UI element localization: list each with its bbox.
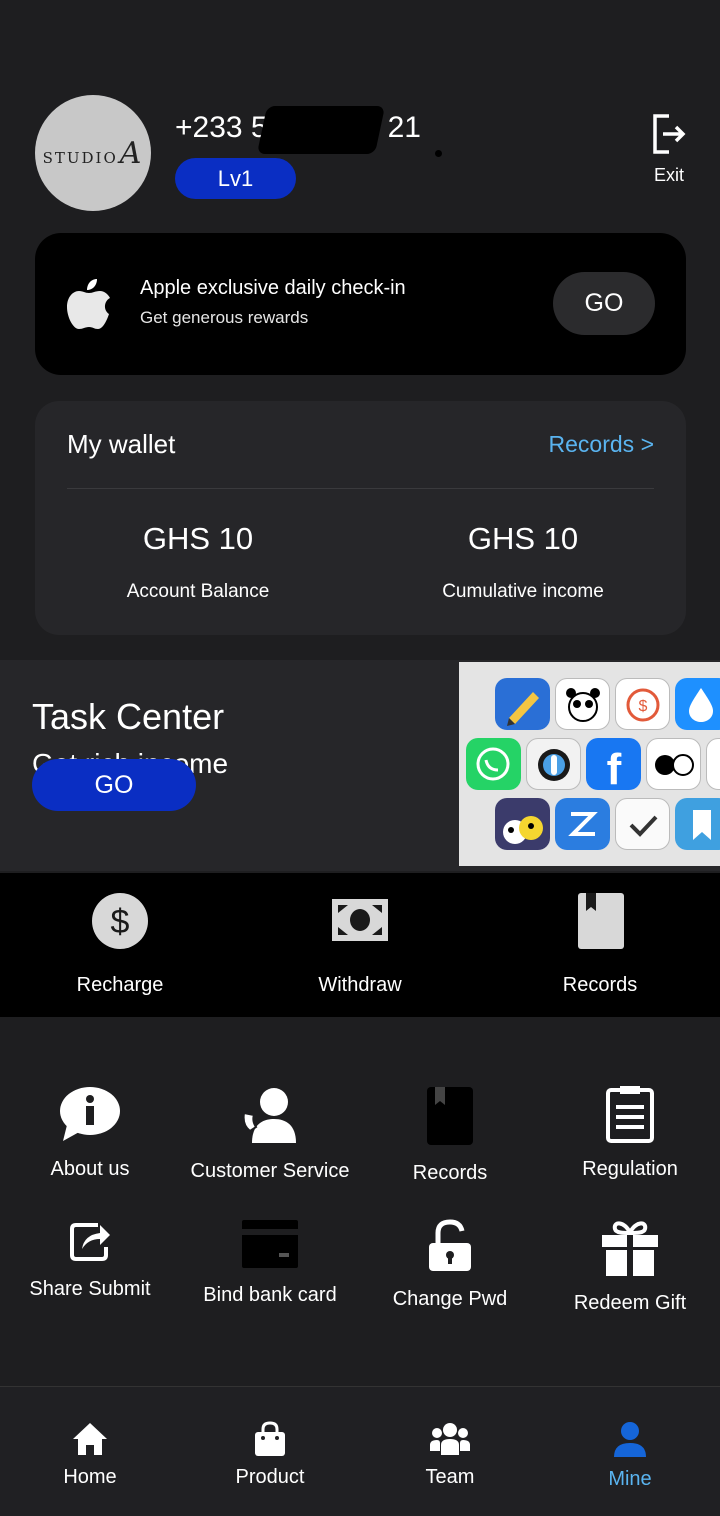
regulation-label: Regulation [582, 1158, 678, 1180]
whatsapp-app-icon [466, 738, 521, 790]
level-badge: Lv1 [175, 158, 296, 199]
bookmark-app-icon [675, 798, 720, 850]
share-icon [70, 1223, 110, 1261]
account-balance: GHS 10 Account Balance [48, 521, 348, 603]
exit-button[interactable]: Exit [640, 112, 698, 186]
recharge-label: Recharge [76, 974, 164, 996]
nav-home[interactable]: Home [0, 1421, 180, 1489]
avatar-logo: STUDIOA [42, 135, 144, 171]
income-amount: GHS 10 [467, 521, 579, 556]
nav-mine-label: Mine [608, 1468, 652, 1490]
nav-team[interactable]: Team [360, 1421, 540, 1489]
withdraw-label: Withdraw [318, 974, 402, 996]
money-app-icon: $ [615, 678, 670, 730]
apple-checkin-card: Apple exclusive daily check-in Get gener… [35, 233, 686, 375]
app-icons-image: $ f [459, 662, 720, 866]
checkin-subtitle: Get generous rewards [140, 308, 309, 327]
vivino-app-icon [706, 738, 720, 790]
divider [67, 488, 654, 489]
records-menu-button[interactable]: Records [360, 1085, 540, 1185]
team-icon [430, 1423, 470, 1455]
game-app-icon [495, 798, 550, 850]
records-menu-label: Records [412, 1162, 488, 1184]
credit-card-icon [242, 1220, 298, 1268]
exit-label: Exit [653, 165, 684, 185]
income-label: Cumulative income [442, 581, 604, 602]
notes-app-icon [495, 678, 550, 730]
balance-amount: GHS 10 [142, 521, 254, 556]
wallet-records-link[interactable]: Records > [549, 431, 654, 458]
nav-product-label: Product [235, 1466, 305, 1488]
withdraw-button[interactable]: Withdraw [240, 891, 480, 997]
recharge-button[interactable]: $ Recharge [0, 891, 240, 997]
task-center-go-button[interactable]: GO [32, 759, 196, 811]
about-us-button[interactable]: About us [0, 1085, 180, 1181]
checkin-go-button[interactable]: GO [553, 272, 655, 335]
cumulative-income: GHS 10 Cumulative income [373, 521, 673, 603]
redaction-mark [256, 106, 386, 154]
bind-bank-card-label: Bind bank card [203, 1284, 337, 1306]
nav-product[interactable]: Product [180, 1421, 360, 1489]
svg-text:$: $ [639, 698, 648, 715]
unlock-icon [429, 1219, 471, 1271]
nav-mine[interactable]: Mine [540, 1421, 720, 1491]
banknote-icon [332, 899, 388, 941]
checkin-title: Apple exclusive daily check-in [140, 277, 406, 299]
drop-app-icon [675, 678, 720, 730]
z-app-icon [555, 798, 610, 850]
records-quick-button[interactable]: Records [480, 891, 720, 997]
exit-icon [653, 114, 686, 154]
bind-bank-card-button[interactable]: Bind bank card [180, 1219, 360, 1307]
user-icon [614, 1422, 646, 1457]
share-submit-label: Share Submit [29, 1278, 151, 1300]
change-pwd-button[interactable]: Change Pwd [360, 1219, 540, 1311]
info-chat-icon [60, 1087, 120, 1141]
svg-text:f: f [607, 745, 622, 790]
book-icon [427, 1087, 473, 1145]
quick-actions-bar: $ Recharge Withdraw Records [0, 873, 720, 1017]
redeem-gift-button[interactable]: Redeem Gift [540, 1219, 720, 1315]
facebook-app-icon: f [586, 738, 641, 794]
svg-text:$: $ [111, 903, 130, 941]
dollar-coin-icon: $ [92, 893, 148, 949]
redeem-gift-label: Redeem Gift [573, 1292, 687, 1314]
customer-service-button[interactable]: Customer Service [180, 1085, 360, 1183]
redaction-dot [435, 150, 442, 157]
nav-home-label: Home [63, 1466, 117, 1488]
task-center-banner: Task Center Get rich income GO $ f [0, 660, 720, 871]
clipboard-icon [606, 1086, 654, 1143]
customer-service-label: Customer Service [190, 1160, 350, 1182]
about-us-label: About us [50, 1158, 130, 1180]
wallet-title: My wallet [67, 429, 176, 459]
change-pwd-label: Change Pwd [392, 1288, 508, 1310]
regulation-button[interactable]: Regulation [540, 1085, 720, 1181]
toggle-app-icon [646, 738, 701, 790]
nav-team-label: Team [425, 1466, 475, 1488]
gift-icon [602, 1221, 658, 1276]
balance-label: Account Balance [126, 581, 270, 602]
apple-logo-icon [67, 279, 110, 329]
records-quick-label: Records [562, 974, 638, 996]
bookmark-book-icon [578, 893, 624, 949]
panda-app-icon [555, 678, 610, 730]
share-submit-button[interactable]: Share Submit [0, 1219, 180, 1301]
task-center-title: Task Center [32, 696, 225, 737]
support-agent-icon [242, 1088, 296, 1143]
check-app-icon [615, 798, 670, 850]
home-icon [73, 1423, 107, 1455]
wallet-card: My wallet Records > GHS 10 Account Balan… [35, 401, 686, 635]
avatar[interactable]: STUDIOA [35, 95, 151, 211]
bottom-navigation: Home Product Team Mine [0, 1386, 720, 1516]
password-app-icon [526, 738, 581, 790]
shopping-bag-icon [255, 1421, 285, 1456]
